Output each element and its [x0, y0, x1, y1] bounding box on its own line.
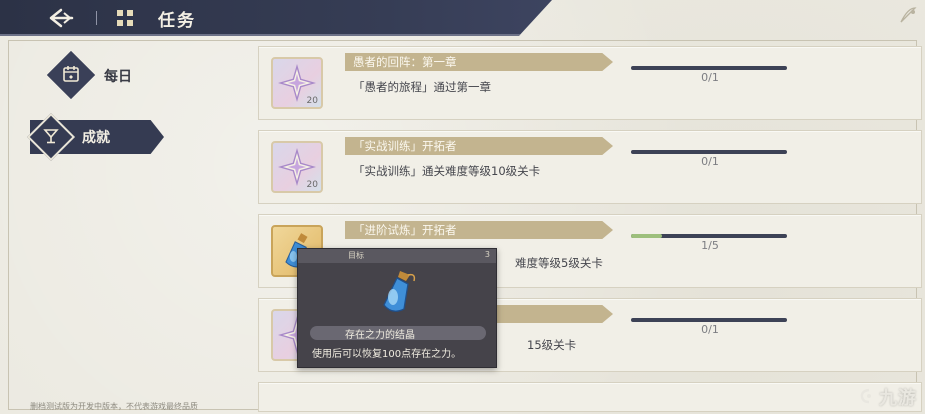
task-title: 「进阶试炼」开拓者 [353, 223, 457, 237]
task-description: 难度等级5级关卡 [515, 256, 603, 270]
reward-item-frame[interactable]: 20 [271, 57, 323, 109]
task-description: 15级关卡 [527, 338, 577, 352]
reward-item-frame[interactable]: 20 [271, 141, 323, 193]
tooltip-header [298, 249, 496, 263]
nav-item-daily[interactable]: 每日 [46, 50, 160, 100]
task-description: 「实战训练」通关难度等级10级关卡 [353, 164, 541, 178]
progress-bar [631, 234, 787, 238]
task-row[interactable]: 20 愚者的回阵：第一章 「愚者的旅程」通过第一章 0/1 [258, 46, 922, 120]
back-arrow-icon[interactable] [48, 6, 76, 30]
progress-text: 0/1 [701, 71, 719, 84]
top-header-bar: 任务 [0, 0, 552, 36]
progress-bar [631, 318, 787, 322]
watermark: 九游 [857, 384, 917, 410]
tooltip-item-name: 存在之力的结晶 [345, 330, 415, 341]
task-grid-icon [117, 10, 133, 26]
progress-text: 0/1 [701, 155, 719, 168]
cup-icon [43, 129, 59, 144]
corner-ornament-icon [900, 7, 917, 23]
footer-note: 删档测试版为开发中版本，不代表游戏最终品质 [30, 402, 198, 411]
progress-text: 1/5 [701, 239, 719, 252]
nav-item-label: 成就 [82, 130, 110, 146]
task-row[interactable]: 20 「实战训练」开拓者 「实战训练」通关难度等级10级关卡 0/1 [258, 130, 922, 204]
progress-bar [631, 66, 787, 70]
task-description: 「愚者的旅程」通过第一章 [353, 80, 491, 94]
item-tooltip: 目标 3 存在之力的结晶 使用后可以恢复100点存在之力。 [297, 248, 497, 368]
nav-item-label: 每日 [104, 69, 132, 85]
progress-text: 0/1 [701, 323, 719, 336]
task-title: 愚者的回阵：第一章 [353, 55, 457, 69]
watermark-text: 九游 [879, 388, 917, 409]
reward-quantity: 20 [306, 180, 318, 190]
calendar-icon [63, 66, 79, 82]
tooltip-count: 3 [484, 250, 490, 259]
task-row[interactable] [258, 382, 922, 412]
tooltip-item-description: 使用后可以恢复100点存在之力。 [312, 349, 462, 360]
progress-bar [631, 150, 787, 154]
progress-fill [631, 234, 663, 238]
header-divider [96, 11, 97, 25]
nav-item-achievement[interactable]: 成就 [26, 112, 164, 162]
page-title: 任务 [158, 11, 196, 31]
reward-quantity: 20 [306, 96, 318, 106]
potion-icon [383, 271, 416, 312]
watermark-logo-icon [860, 388, 871, 404]
tooltip-tag: 目标 [348, 251, 364, 260]
task-title: 「实战训练」开拓者 [353, 139, 457, 153]
